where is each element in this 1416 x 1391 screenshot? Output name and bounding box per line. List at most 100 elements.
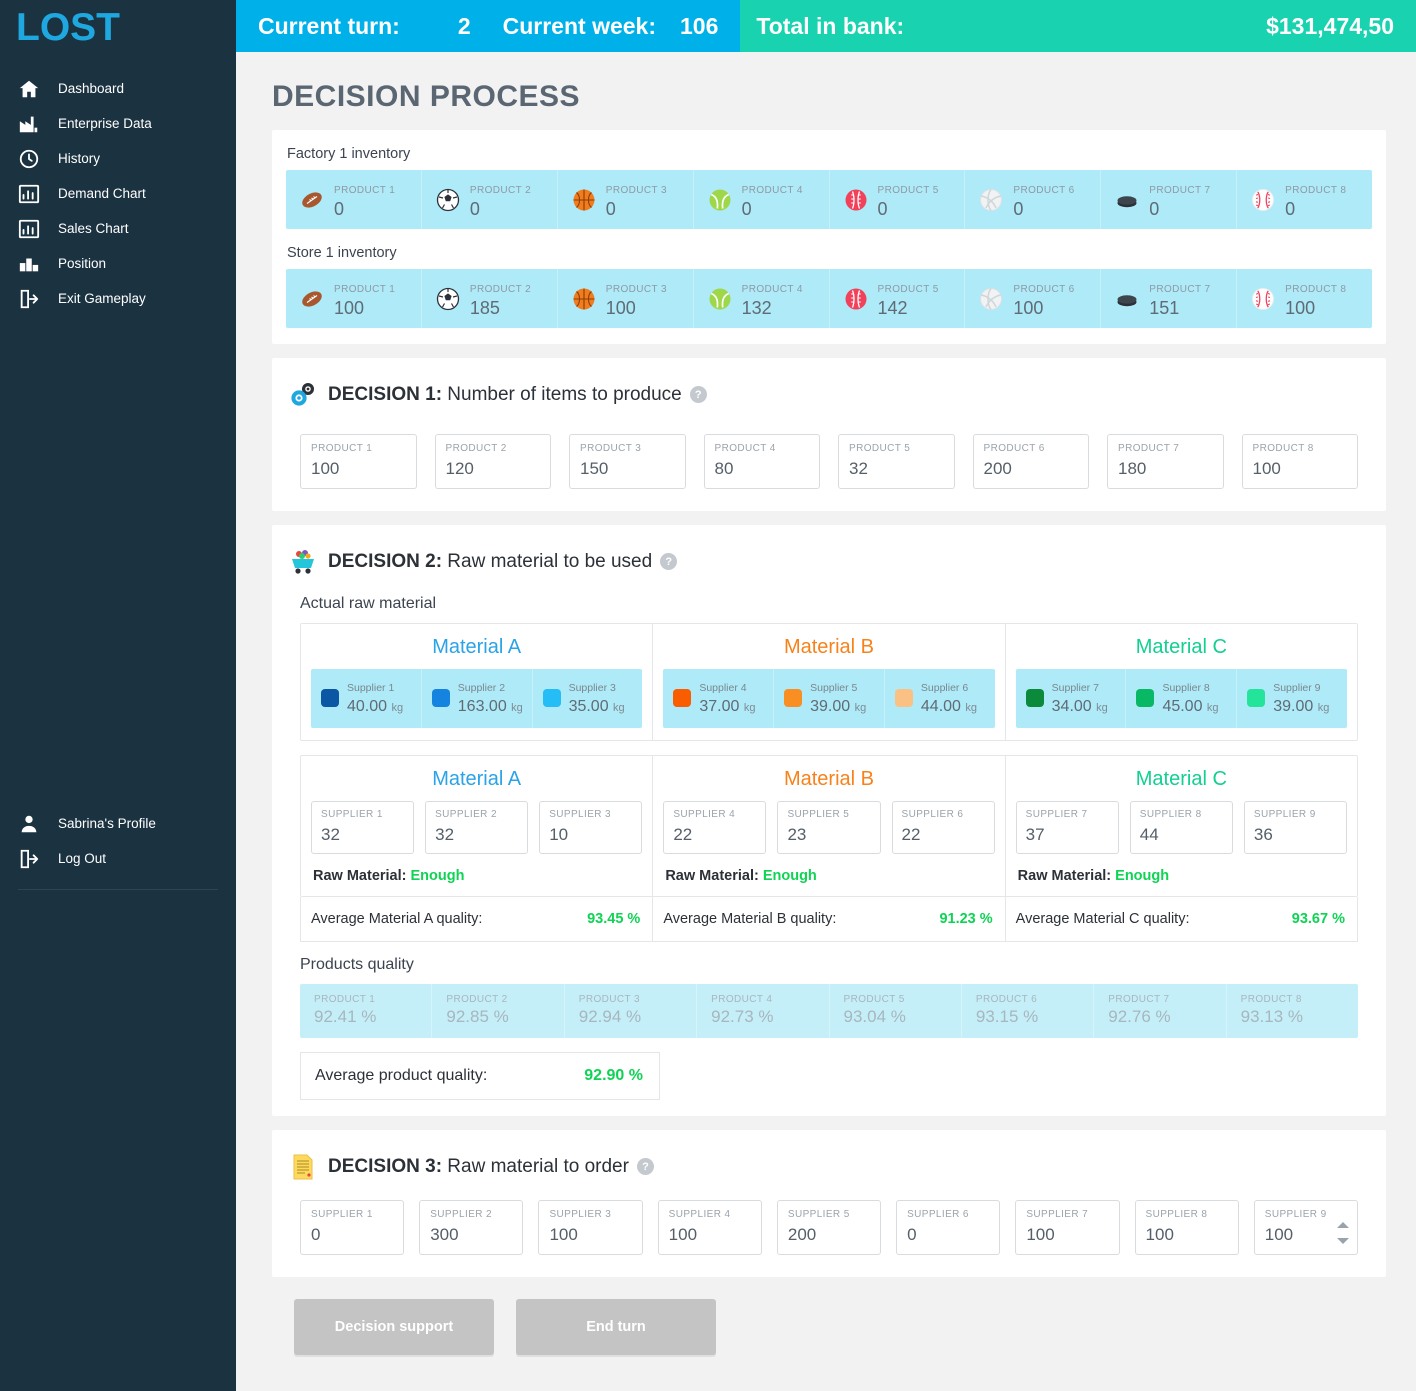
field-value[interactable]: 10 [549, 824, 633, 845]
field-value[interactable]: 44 [1140, 824, 1224, 845]
number-input-field[interactable]: SUPPLIER 3 100 [538, 1200, 643, 1255]
field-value[interactable]: 32 [321, 824, 405, 845]
number-input-field[interactable]: PRODUCT 3 150 [569, 434, 686, 489]
product-quality-value: 92.94 % [578, 1007, 642, 1026]
products-quality-strip: PRODUCT 1 92.41 % PRODUCT 2 92.85 % PRODUCT … [300, 984, 1358, 1038]
field-value[interactable]: 200 [788, 1224, 870, 1245]
number-input-field[interactable]: SUPPLIER 8 100 [1134, 1200, 1239, 1255]
sidebar-item-label: Sales Chart [58, 221, 129, 236]
field-value[interactable]: 300 [430, 1224, 512, 1245]
inventory-card: Factory 1 inventory PRODUCT 1 0 PRODUCT 2 0… [272, 130, 1386, 344]
decision1-fields: PRODUCT 1 100 PRODUCT 2 120 PRODUCT 3 150 PROD… [286, 414, 1372, 495]
field-label: SUPPLIER 8 [1145, 1209, 1208, 1220]
inventory-product-value: 100 [1013, 298, 1044, 318]
number-input-field[interactable]: PRODUCT 4 80 [703, 434, 820, 489]
material-column: Material B Supplier 4 37.00 kg Supplier 5 39… [653, 624, 1006, 740]
end-turn-button[interactable]: End turn [516, 1299, 716, 1355]
inventory-product-value: 100 [1285, 298, 1316, 318]
field-value[interactable]: 36 [1254, 824, 1338, 845]
field-value[interactable]: 100 [1026, 1224, 1108, 1245]
field-value[interactable]: 100 [669, 1224, 751, 1245]
sidebar-item-sales-chart[interactable]: Sales Chart [0, 211, 236, 246]
number-input-field[interactable]: PRODUCT 7 180 [1107, 434, 1224, 489]
supplier-usage-input[interactable]: SUPPLIER 3 10 [539, 801, 643, 854]
field-value[interactable]: 200 [984, 458, 1079, 479]
field-value[interactable]: 37 [1026, 824, 1110, 845]
number-input-field[interactable]: PRODUCT 1 100 [300, 434, 417, 489]
field-value[interactable]: 32 [849, 458, 944, 479]
inventory-product-label: PRODUCT 4 [741, 185, 803, 196]
number-input-field[interactable]: SUPPLIER 5 200 [776, 1200, 882, 1255]
decision-support-button[interactable]: Decision support [294, 1299, 494, 1355]
number-input-field[interactable]: PRODUCT 6 200 [972, 434, 1089, 489]
field-value[interactable]: 100 [311, 458, 406, 479]
supplier-amount: 163.00 kg [457, 698, 523, 715]
field-value[interactable]: 180 [1118, 458, 1213, 479]
inventory-cell: PRODUCT 7 0 [1101, 170, 1238, 229]
decision2-subtitle: Raw material to be used [442, 551, 653, 572]
supplier-color-swatch [894, 689, 913, 707]
number-input-field[interactable]: PRODUCT 8 100 [1241, 434, 1358, 489]
supplier-usage-input[interactable]: SUPPLIER 8 44 [1129, 801, 1233, 854]
help-icon[interactable]: ? [636, 1158, 654, 1176]
field-value[interactable]: 0 [907, 1224, 989, 1245]
field-value[interactable]: 100 [549, 1224, 631, 1245]
raw-material-label: Raw Material: [665, 868, 763, 884]
product-quality-cell: PRODUCT 6 93.15 % [962, 984, 1095, 1038]
number-input-field[interactable]: SUPPLIER 4 100 [657, 1200, 762, 1255]
number-input-field[interactable]: SUPPLIER 1 0 [300, 1200, 405, 1255]
hockey-puck-icon [1115, 188, 1139, 212]
supplier-usage-input[interactable]: SUPPLIER 4 22 [663, 801, 767, 854]
field-value[interactable]: 100 [1265, 1224, 1347, 1245]
sidebar-item-exit-gameplay[interactable]: Exit Gameplay [0, 281, 236, 316]
sidebar-item-enterprise-data[interactable]: Enterprise Data [0, 106, 236, 141]
field-label: PRODUCT 2 [445, 443, 507, 454]
decision1-number: DECISION 1: [328, 384, 443, 405]
supplier-usage-input[interactable]: SUPPLIER 5 23 [777, 801, 881, 854]
field-label: PRODUCT 1 [311, 443, 373, 454]
supplier-label: Supplier 7 [1051, 682, 1099, 694]
supplier-usage-input[interactable]: SUPPLIER 2 32 [425, 801, 529, 854]
field-value[interactable]: 80 [715, 458, 810, 479]
sidebar-item-history[interactable]: History [0, 141, 236, 176]
baseball-icon [1251, 188, 1275, 212]
field-value[interactable]: 100 [1253, 458, 1348, 479]
field-value[interactable]: 32 [435, 824, 519, 845]
field-value[interactable]: 22 [673, 824, 757, 845]
help-icon[interactable]: ? [660, 553, 678, 571]
supplier-usage-input[interactable]: SUPPLIER 7 37 [1015, 801, 1119, 854]
number-spinner[interactable] [1336, 1222, 1349, 1244]
number-input-field[interactable]: SUPPLIER 2 300 [419, 1200, 524, 1255]
document-icon [288, 1152, 318, 1182]
supplier-cell: Supplier 3 35.00 kg [533, 669, 643, 728]
sidebar-item-demand-chart[interactable]: Demand Chart [0, 176, 236, 211]
field-value[interactable]: 120 [446, 458, 541, 479]
supplier-usage-input[interactable]: SUPPLIER 6 22 [891, 801, 995, 854]
number-input-field[interactable]: SUPPLIER 6 0 [896, 1200, 1001, 1255]
inventory-cell: PRODUCT 8 100 [1237, 269, 1372, 328]
number-input-field[interactable]: SUPPLIER 9 100 [1253, 1200, 1358, 1255]
field-value[interactable]: 22 [902, 824, 986, 845]
field-value[interactable]: 100 [1146, 1224, 1228, 1245]
field-value[interactable]: 150 [580, 458, 675, 479]
decision1-title: DECISION 1: Number of items to produce? [328, 384, 707, 406]
supplier-usage-input[interactable]: SUPPLIER 1 32 [311, 801, 415, 854]
sidebar-item-label: Dashboard [58, 81, 125, 96]
main-content: Current turn: 2 Current week: 106 Total … [236, 0, 1416, 1391]
inventory-cell: PRODUCT 2 0 [422, 170, 558, 229]
sidebar-item-logout[interactable]: Log Out [0, 841, 236, 876]
number-input-field[interactable]: PRODUCT 5 32 [838, 434, 955, 489]
sidebar-item-profile[interactable]: Sabrina's Profile [0, 806, 236, 841]
number-input-field[interactable]: PRODUCT 2 120 [434, 434, 551, 489]
field-value[interactable]: 0 [311, 1224, 393, 1245]
number-input-field[interactable]: SUPPLIER 7 100 [1015, 1200, 1120, 1255]
field-value[interactable]: 23 [787, 824, 871, 845]
sidebar-item-position[interactable]: Position [0, 246, 236, 281]
inventory-product-label: PRODUCT 3 [605, 185, 667, 196]
supplier-label: Supplier 4 [699, 682, 747, 694]
sidebar-item-label: Exit Gameplay [58, 291, 146, 306]
supplier-usage-input[interactable]: SUPPLIER 9 36 [1243, 801, 1347, 854]
average-material-quality-cell: Average Material B quality: 91.23 % [653, 897, 1006, 941]
help-icon[interactable]: ? [689, 386, 707, 404]
sidebar-item-dashboard[interactable]: Dashboard [0, 71, 236, 106]
